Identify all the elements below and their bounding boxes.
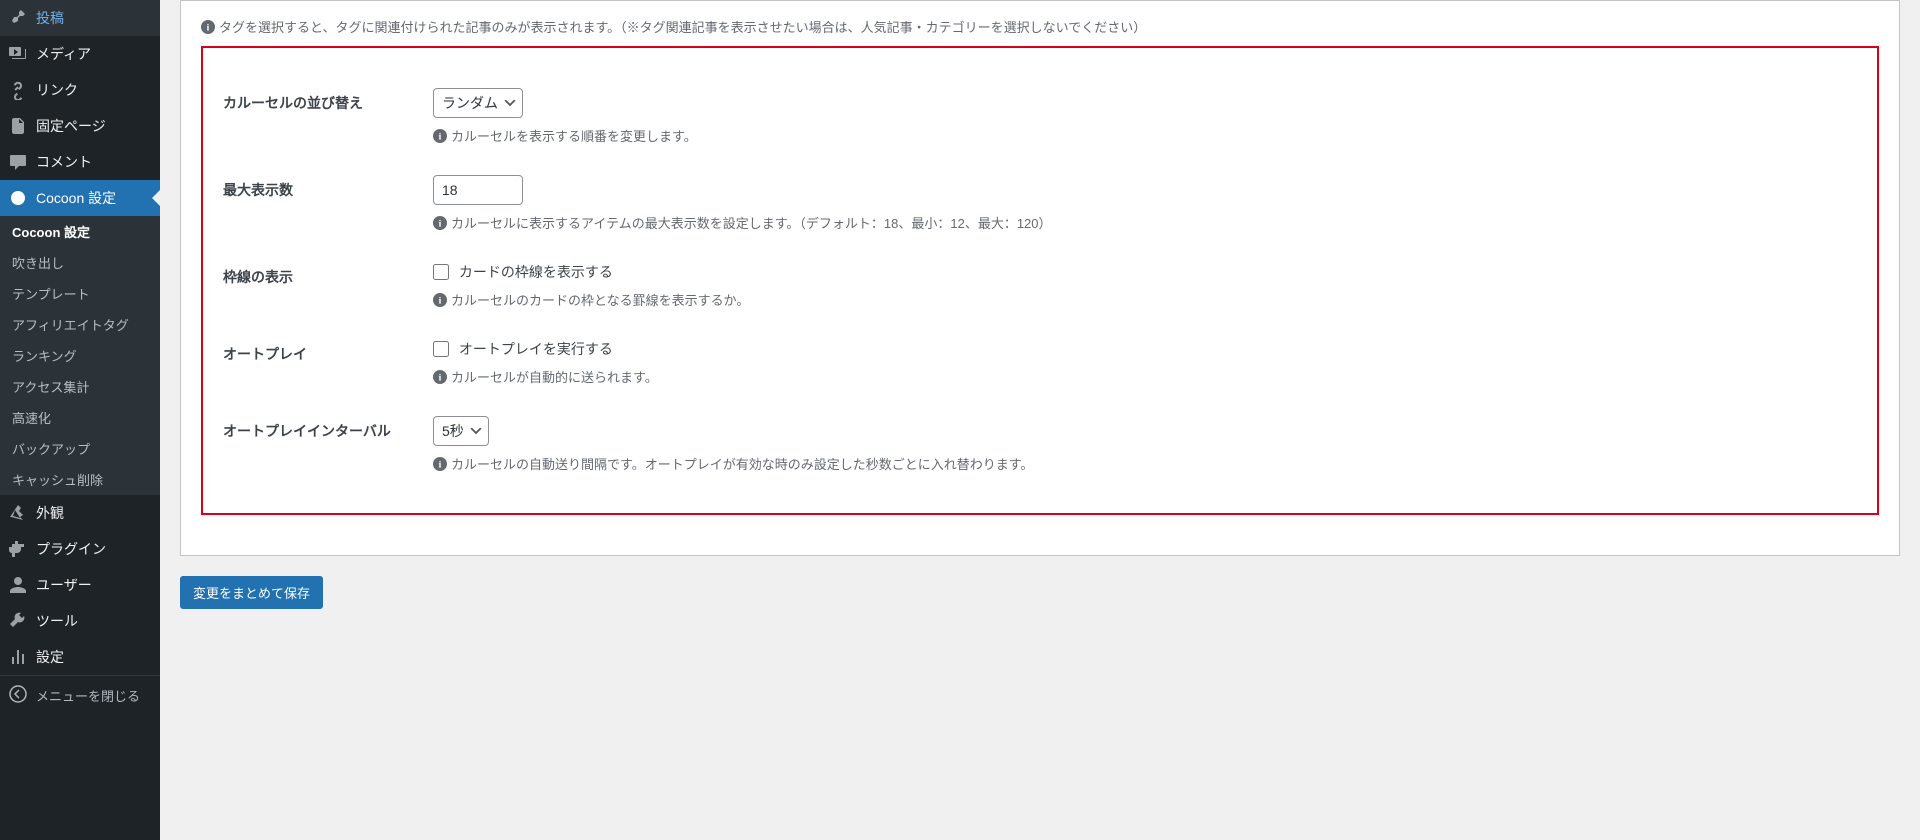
label-border: 枠線の表示 (223, 247, 423, 324)
checkbox-autoplay-label[interactable]: オートプレイを実行する (433, 341, 613, 357)
sidebar-item-posts[interactable]: 投稿 (0, 0, 160, 36)
hint-max: i カルーセルに表示するアイテムの最大表示数を設定します。（デフォルト：18、最… (433, 213, 1887, 232)
sidebar-collapse[interactable]: メニューを閉じる (0, 675, 160, 715)
sidebar-label: リンク (36, 80, 78, 100)
admin-sidebar: 投稿 メディア リンク 固定ページ コメント Cocoon 設定 Cocoon … (0, 0, 160, 840)
user-icon (8, 575, 28, 595)
submenu-item-speed[interactable]: 高速化 (0, 402, 160, 433)
sidebar-label: Cocoon 設定 (36, 188, 116, 208)
submenu-item-template[interactable]: テンプレート (0, 278, 160, 309)
page-icon (8, 116, 28, 136)
sidebar-item-settings[interactable]: 設定 (0, 639, 160, 675)
row-max: 最大表示数 i カルーセルに表示するアイテムの最大表示数を設定します。（デフォル… (223, 160, 1897, 247)
submenu-item-access[interactable]: アクセス集計 (0, 371, 160, 402)
row-interval: オートプレイインターバル 5秒 i カルーセルの自動送り間隔です。オートプレイが… (223, 401, 1897, 488)
sidebar-label: メディア (36, 44, 91, 64)
plugin-icon (8, 539, 28, 559)
label-sort: カルーセルの並び替え (223, 73, 423, 160)
hint-border: i カルーセルのカードの枠となる罫線を表示するか。 (433, 290, 1887, 309)
link-icon (8, 80, 28, 100)
appearance-icon (8, 503, 28, 523)
sidebar-item-plugins[interactable]: プラグイン (0, 531, 160, 567)
svg-text:i: i (439, 296, 442, 307)
select-sort[interactable]: ランダム (433, 88, 523, 118)
sidebar-label: プラグイン (36, 539, 106, 559)
tag-hint: i タグを選択すると、タグに関連付けられた記事のみが表示されます。（※タグ関連記… (201, 17, 1879, 36)
checkbox-border[interactable] (433, 264, 449, 280)
submenu-item-cocoon-settings[interactable]: Cocoon 設定 (0, 216, 160, 247)
sidebar-label: 固定ページ (36, 116, 106, 136)
settings-panel: i タグを選択すると、タグに関連付けられた記事のみが表示されます。（※タグ関連記… (180, 0, 1900, 556)
settings-icon (8, 647, 28, 667)
submenu-item-ranking[interactable]: ランキング (0, 340, 160, 371)
checkbox-autoplay[interactable] (433, 341, 449, 357)
sidebar-item-tools[interactable]: ツール (0, 603, 160, 639)
comment-icon (8, 152, 28, 172)
label-autoplay: オートプレイ (223, 324, 423, 401)
hint-sort: i カルーセルを表示する順番を変更します。 (433, 126, 1887, 145)
sidebar-item-cocoon[interactable]: Cocoon 設定 (0, 180, 160, 216)
row-autoplay: オートプレイ オートプレイを実行する i カルーセルが自動的に送られます。 (223, 324, 1897, 401)
svg-text:i: i (207, 23, 210, 34)
tools-icon (8, 611, 28, 631)
svg-text:i: i (439, 219, 442, 230)
input-max[interactable] (433, 175, 523, 205)
hint-autoplay: i カルーセルが自動的に送られます。 (433, 367, 1887, 386)
save-button[interactable]: 変更をまとめて保存 (180, 576, 323, 609)
sidebar-item-links[interactable]: リンク (0, 72, 160, 108)
cocoon-icon (8, 188, 28, 208)
collapse-label: メニューを閉じる (36, 686, 140, 705)
select-interval[interactable]: 5秒 (433, 416, 489, 446)
sidebar-label: ツール (36, 611, 78, 631)
collapse-icon (8, 684, 28, 707)
pin-icon (8, 8, 28, 28)
submenu-item-cache[interactable]: キャッシュ削除 (0, 464, 160, 495)
svg-text:i: i (439, 132, 442, 143)
sidebar-submenu: Cocoon 設定 吹き出し テンプレート アフィリエイトタグ ランキング アク… (0, 216, 160, 495)
submenu-item-balloon[interactable]: 吹き出し (0, 247, 160, 278)
highlighted-settings: カルーセルの並び替え ランダム i カルーセルを表示する順番を変更します。 (201, 46, 1879, 515)
submenu-item-affiliate[interactable]: アフィリエイトタグ (0, 309, 160, 340)
checkbox-border-label[interactable]: カードの枠線を表示する (433, 264, 613, 280)
info-icon: i (433, 370, 447, 384)
label-interval: オートプレイインターバル (223, 401, 423, 488)
sidebar-item-media[interactable]: メディア (0, 36, 160, 72)
info-icon: i (433, 129, 447, 143)
row-border: 枠線の表示 カードの枠線を表示する i カルーセルのカードの枠となる罫線を表示す… (223, 247, 1897, 324)
sidebar-label: 設定 (36, 647, 64, 667)
label-max: 最大表示数 (223, 160, 423, 247)
sidebar-item-comments[interactable]: コメント (0, 144, 160, 180)
row-sort: カルーセルの並び替え ランダム i カルーセルを表示する順番を変更します。 (223, 73, 1897, 160)
sidebar-item-pages[interactable]: 固定ページ (0, 108, 160, 144)
hint-interval: i カルーセルの自動送り間隔です。オートプレイが有効な時のみ設定した秒数ごとに入… (433, 454, 1887, 473)
media-icon (8, 44, 28, 64)
info-icon: i (201, 20, 215, 34)
sidebar-label: 投稿 (36, 8, 64, 28)
svg-text:i: i (439, 460, 442, 471)
main-content: i タグを選択すると、タグに関連付けられた記事のみが表示されます。（※タグ関連記… (160, 0, 1920, 840)
info-icon: i (433, 457, 447, 471)
svg-text:i: i (439, 373, 442, 384)
info-icon: i (433, 293, 447, 307)
sidebar-label: コメント (36, 152, 92, 172)
sidebar-label: ユーザー (36, 575, 92, 595)
sidebar-item-users[interactable]: ユーザー (0, 567, 160, 603)
sidebar-item-appearance[interactable]: 外観 (0, 495, 160, 531)
submenu-item-backup[interactable]: バックアップ (0, 433, 160, 464)
info-icon: i (433, 216, 447, 230)
sidebar-label: 外観 (36, 503, 64, 523)
